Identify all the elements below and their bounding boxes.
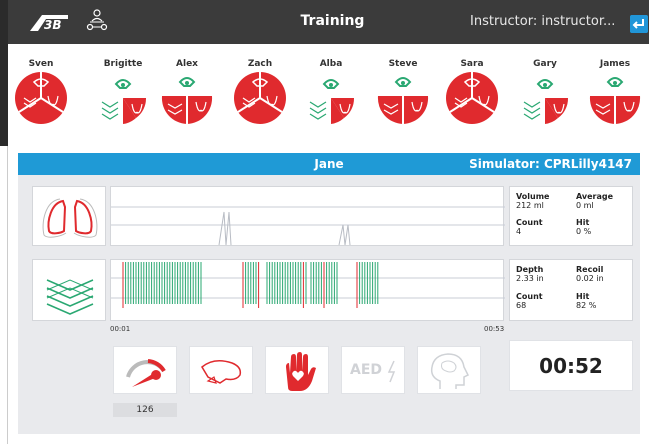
hand-heart-icon (286, 352, 316, 391)
recoil-value: 0.02 in (576, 274, 604, 283)
student-name-label: Brigitte (103, 59, 143, 69)
aed-tile[interactable]: AED (341, 346, 405, 394)
compression-waveform (111, 262, 505, 308)
status-wheel-icon (309, 79, 355, 124)
student-name-label: Alba (319, 59, 343, 69)
student-name-label: Steve (388, 59, 418, 69)
status-wheel-icon (15, 72, 67, 124)
comp-count-value: 68 (516, 301, 527, 310)
vent-count-label: Count (516, 218, 543, 227)
status-wheel-icon (161, 77, 213, 124)
pressure-value: 126 (113, 403, 177, 417)
vent-hit-label: Hit (576, 218, 590, 227)
time-end: 00:53 (484, 325, 505, 333)
status-wheel-icon (234, 72, 286, 124)
left-edge (0, 146, 8, 444)
instructor-label[interactable]: Instructor: instructor... (470, 14, 615, 29)
pressure-tile[interactable] (113, 346, 177, 394)
pressure-gauge-icon (126, 359, 166, 387)
status-wheel-icon (523, 79, 569, 124)
logo-icon: 3B (30, 15, 68, 32)
comp-hit-label: Hit (576, 292, 590, 301)
student-name-label: Sara (460, 59, 484, 69)
svg-text:3B: 3B (44, 18, 62, 32)
head-tilt-icon (201, 360, 242, 384)
student-card-alba[interactable]: Alba (298, 48, 364, 144)
compression-stats: Depth 2.33 in Recoil 0.02 in Count 68 Hit 82… (509, 259, 633, 321)
student-row: Sven Brigitte Alex Zach Alba Steve Sara Gary Jam… (0, 44, 649, 146)
student-card-steve[interactable]: Steve (370, 48, 436, 144)
student-name-label: James (599, 59, 631, 69)
recoil-label: Recoil (576, 265, 604, 274)
vent-hit-value: 0 % (576, 227, 592, 236)
ventilation-graph (110, 186, 505, 246)
session-timer: 00:52 (509, 340, 633, 391)
ventilation-stats: Volume 212 ml Average 0 ml Count 4 Hit 0 % (509, 186, 633, 246)
compression-chevrons-icon (46, 279, 94, 315)
brain-head-icon (430, 353, 470, 389)
student-card-james[interactable]: James (582, 48, 648, 144)
average-value: 0 ml (576, 201, 594, 210)
ventilation-waveform (111, 206, 505, 246)
student-card-sara[interactable]: Sara (439, 48, 505, 144)
student-card-gary[interactable]: Gary (512, 48, 578, 144)
top-bar: 3B Training Instructor: instructor... (0, 0, 649, 44)
student-card-alex[interactable]: Alex (154, 48, 220, 144)
volume-value: 212 ml (516, 201, 544, 210)
volume-label: Volume (516, 192, 550, 201)
compression-tile (32, 259, 106, 321)
lungs-icon (42, 198, 98, 238)
student-name-label: Gary (533, 59, 557, 69)
student-card-sven[interactable]: Sven (8, 48, 74, 144)
return-icon[interactable] (630, 15, 648, 33)
student-name-label: Sven (28, 59, 54, 69)
panel-header: Jane Simulator: CPRLilly4147 (18, 153, 640, 175)
student-card-zach[interactable]: Zach (227, 48, 293, 144)
vent-count-value: 4 (516, 227, 522, 236)
depth-value: 2.33 in (516, 274, 544, 283)
brain-tile[interactable] (417, 346, 481, 394)
comp-hit-value: 82 % (576, 301, 597, 310)
student-card-brigitte[interactable]: Brigitte (90, 48, 156, 144)
time-start: 00:01 (110, 325, 131, 333)
status-wheel-icon (589, 77, 641, 124)
depth-label: Depth (516, 265, 544, 274)
lungs-tile (32, 186, 106, 246)
head-tilt-tile[interactable] (189, 346, 253, 394)
group-users-icon[interactable] (84, 8, 110, 36)
simulator-label: Simulator: CPRLilly4147 (469, 157, 632, 171)
average-label: Average (576, 192, 614, 201)
student-name-label: Alex (176, 59, 198, 69)
hand-position-tile[interactable] (265, 346, 329, 394)
status-wheel-icon (446, 72, 498, 124)
lightning-icon (387, 360, 396, 383)
compression-graph (110, 259, 505, 321)
status-wheel-icon (377, 77, 429, 124)
student-name-label: Zach (247, 59, 273, 69)
comp-count-label: Count (516, 292, 543, 301)
status-wheel-icon (101, 79, 147, 124)
